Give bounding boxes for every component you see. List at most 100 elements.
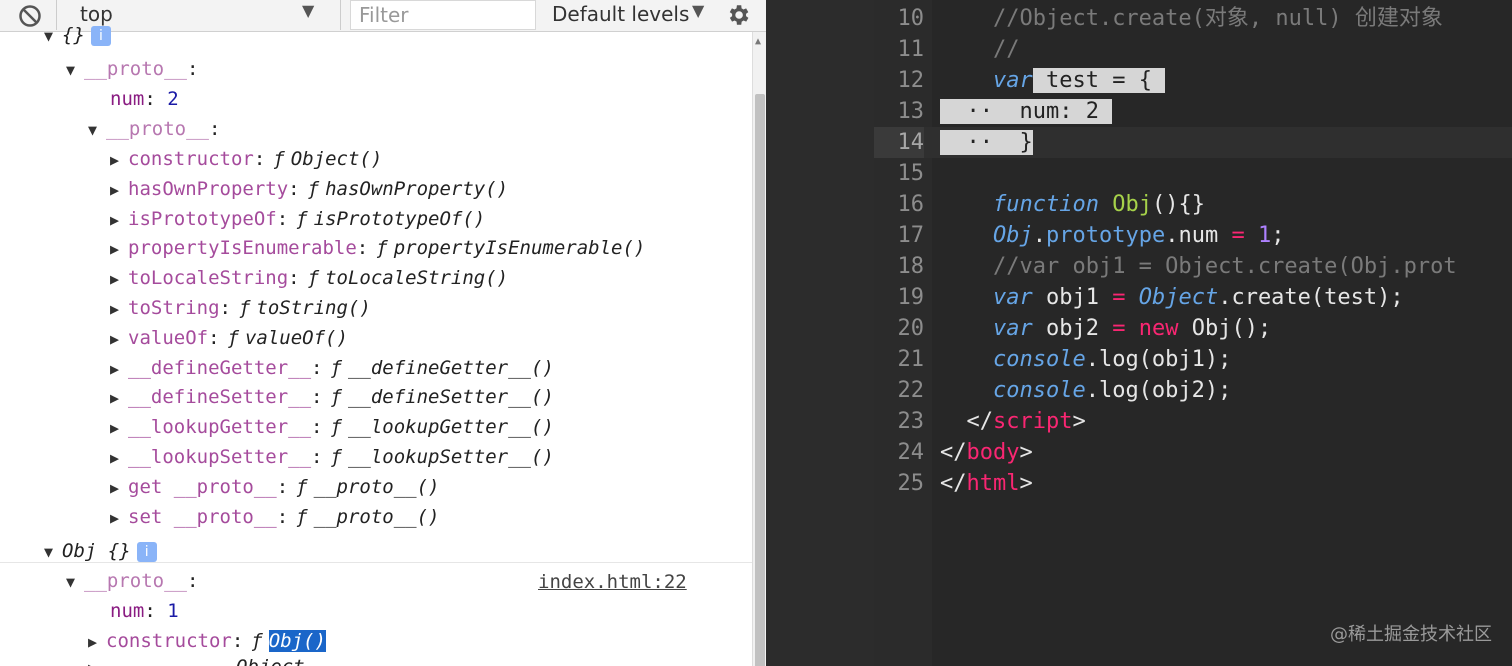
expand-right-icon: ▶ [110,300,120,318]
prototype-member-row[interactable]: ▶ __lookupGetter__: ƒ __lookupGetter__() [110,412,554,442]
console-settings-button[interactable] [722,0,754,30]
code-text: Obj.prototype.num = 1; [992,223,1285,248]
prototype-member-row[interactable]: ▶ get __proto__: ƒ __proto__() [110,472,439,502]
code-line[interactable]: 21 console.log(obj1); [874,344,1512,375]
line-number: 21 [897,347,925,372]
code-text: console.log(obj1); [992,347,1232,372]
function-symbol: ƒ [330,386,342,409]
property-key: set __proto__ [128,505,277,528]
prototype-member-row[interactable]: ▶ isPrototypeOf: ƒ isPrototypeOf() [110,204,485,234]
caret-down-icon: ▼ [302,1,315,20]
expand-right-icon: ▶ [88,653,106,666]
code-line[interactable]: 10 //Object.create(对象, null) 创建对象 [874,3,1512,34]
code-line[interactable]: 17 Obj.prototype.num = 1; [874,220,1512,251]
function-symbol: ƒ [296,207,308,230]
code-line[interactable]: 13 ·· num: 2 [874,96,1512,127]
code-text: //Object.create(对象, null) 创建对象 [992,6,1443,31]
caret-down-icon: ▼ [692,1,705,20]
line-number: 16 [897,192,925,217]
expand-down-icon: ▼ [44,543,54,561]
prototype-member-row[interactable]: ▶ propertyIsEnumerable: ƒ propertyIsEnumera… [110,233,645,263]
line-number: 20 [897,316,925,341]
prototype-member-row[interactable]: ▶ __defineGetter__: ƒ __defineGetter__() [110,353,554,383]
code-line[interactable]: 11 // [874,34,1512,65]
proto-row[interactable]: ▼ __proto__: [66,54,198,84]
expand-down-icon: ▼ [88,121,98,139]
code-line[interactable]: 24 </body> [874,437,1512,468]
function-name: valueOf() [244,326,348,349]
object-row-partial[interactable]: ▼ {} i [44,20,111,50]
code-line[interactable]: 16 function Obj(){} [874,189,1512,220]
object-preview: Obj {} [62,540,131,562]
scrollbar-thumb[interactable] [755,94,765,666]
property-key: constructor [106,630,232,652]
code-line[interactable]: 15 [874,158,1512,189]
function-symbol: ƒ [307,267,320,290]
filter-input[interactable] [350,0,536,30]
property-key: __proto__ [84,58,187,80]
expand-right-icon: ▶ [110,389,120,408]
code-text: function Obj(){} [992,192,1205,217]
code-text: </html> [940,471,1033,496]
console-log-area: ▼{} i ▼ __proto__: num: 2 ▼ __proto__: ▶ con… [0,24,752,666]
line-number: 24 [897,440,925,465]
object-row[interactable]: ▼ Obj {} i [44,536,157,566]
source-link[interactable]: index.html:22 [538,567,687,597]
expand-down-icon: ▼ [44,27,54,45]
code-editor: 10 //Object.create(对象, null) 创建对象 11 //12… [766,0,1512,666]
property-value: 1 [167,600,179,622]
function-symbol: ƒ [296,505,308,528]
expand-right-icon: ▶ [110,329,120,348]
code-text: var test = { [940,65,1166,96]
prototype-member-row[interactable]: ▶ toString: ƒ toString() [110,293,371,323]
code-text: ·· } [940,130,1033,155]
prototype-member-row[interactable]: ▶ toLocaleString: ƒ toLocaleString() [110,263,508,293]
code-line[interactable]: 20 var obj2 = new Obj(); [874,313,1512,344]
code-line[interactable]: 12 var test = { [874,65,1512,96]
code-line[interactable]: 25 </html> [874,468,1512,499]
property-row-partial[interactable]: ▶ Object [88,652,305,666]
expand-down-icon: ▼ [66,573,76,591]
property-key: __lookupGetter__ [128,416,312,439]
property-key: get __proto__ [128,475,277,498]
prototype-member-row[interactable]: ▶ constructor: ƒ Object() [110,144,382,174]
property-key: toString [128,297,220,319]
console-scrollbar[interactable]: ▲ [752,32,766,666]
line-number: 18 [897,254,925,279]
function-symbol: ƒ [307,177,320,200]
log-levels-dropdown[interactable]: Default levels [552,2,689,26]
function-name: __defineSetter__() [347,386,554,409]
property-key: num [110,88,145,110]
clear-console-button[interactable] [14,2,46,30]
prototype-member-row[interactable]: ▶ __defineSetter__: ƒ __defineSetter__() [110,382,554,412]
proto-row[interactable]: ▼ __proto__: [88,114,220,144]
watermark: @稀土掘金技术社区 [1330,624,1492,645]
function-symbol: ƒ [330,356,342,379]
code-line[interactable]: 23 </script> [874,406,1512,437]
line-number: 22 [897,378,925,403]
code-line[interactable]: 14 ·· } [874,127,1512,158]
function-symbol: ƒ [273,148,285,170]
prototype-member-row[interactable]: ▶ set __proto__: ƒ __proto__() [110,502,439,532]
function-name: Obj() [268,630,326,652]
function-name: Object() [290,148,383,170]
property-key: __defineGetter__ [128,356,312,379]
devtools-console-panel: top ▼ Default levels ▼ ▼{}i ▼__proto__: … [0,0,766,666]
prototype-member-row[interactable]: ▶ __lookupSetter__: ƒ __lookupSetter__() [110,442,554,472]
prototype-member-row[interactable]: ▶ hasOwnProperty: ƒ hasOwnProperty() [110,174,508,204]
property-row: num: 2 [110,88,179,110]
scroll-up-icon[interactable]: ▲ [755,36,761,47]
function-name: propertyIsEnumerable() [393,237,646,260]
proto-row[interactable]: ▼ __proto__: [66,566,198,596]
expand-right-icon: ▶ [110,270,120,289]
prototype-member-row[interactable]: ▶ valueOf: ƒ valueOf() [110,323,348,353]
expand-right-icon: ▶ [110,449,120,467]
code-line[interactable]: 22 console.log(obj2); [874,375,1512,406]
code-line[interactable]: 19 var obj1 = Object.create(test); [874,282,1512,313]
code-line[interactable]: 18 //var obj1 = Object.create(Obj.prot [874,251,1512,282]
property-key: hasOwnProperty [128,177,289,200]
line-number: 12 [897,68,925,93]
line-number: 13 [897,99,925,124]
function-name: __defineGetter__() [347,356,554,379]
info-icon: i [136,541,157,562]
